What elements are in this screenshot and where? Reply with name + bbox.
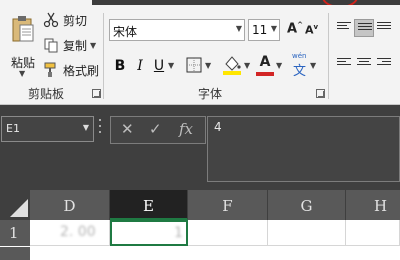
name-box[interactable]: E1 ▼: [1, 116, 94, 142]
font-dialog-launcher-icon[interactable]: [316, 89, 325, 98]
chevron-down-icon[interactable]: ▼: [90, 41, 96, 50]
highlight-color-swatch: [223, 71, 241, 75]
select-all-button[interactable]: [0, 190, 30, 220]
align-center-icon: [357, 58, 371, 70]
grow-font-label: A: [287, 21, 298, 37]
row-header-2[interactable]: [0, 247, 30, 260]
format-painter-icon: [44, 62, 56, 77]
font-group-label: 字体: [198, 87, 223, 101]
copy-icon: [44, 38, 58, 53]
borders-icon[interactable]: [186, 57, 202, 73]
cell-h1[interactable]: [346, 220, 400, 246]
name-box-value: E1: [6, 122, 20, 135]
align-left-icon: [337, 58, 351, 70]
align-right-icon: [377, 58, 391, 70]
chevron-down-icon: ▼: [235, 24, 242, 33]
group-separator: [328, 13, 329, 99]
cell-e1[interactable]: 1: [110, 220, 188, 246]
chevron-down-icon[interactable]: ▼: [276, 61, 282, 70]
align-left-button[interactable]: [334, 55, 354, 73]
grow-font-button[interactable]: A^: [287, 21, 303, 36]
format-painter-button[interactable]: 格式刷: [43, 60, 99, 80]
caret-up-icon: ^: [297, 21, 303, 29]
align-center-button[interactable]: [354, 55, 374, 73]
enter-icon[interactable]: ✓: [149, 120, 162, 138]
paste-button[interactable]: 粘贴 ▼: [6, 11, 40, 78]
align-bottom-button[interactable]: [374, 19, 394, 37]
phonetic-guide-button[interactable]: 文: [293, 60, 306, 79]
chevron-down-icon: ▼: [82, 123, 89, 132]
cut-button[interactable]: 剪切: [43, 10, 87, 30]
clipboard-dialog-launcher-icon[interactable]: [92, 89, 101, 98]
fill-color-icon[interactable]: [222, 54, 242, 76]
font-color-button[interactable]: A: [257, 54, 273, 70]
ribbon-home: 粘贴 ▼ 剪切 复制 ▼ 格式刷 剪贴板 宋体 ▼ 11 ▼ A^ Av B I…: [0, 5, 400, 105]
cell-d1-value: 2. 00: [60, 224, 96, 240]
clipboard-group-label: 剪贴板: [28, 87, 65, 101]
scissors-icon: [43, 12, 59, 28]
font-size-select[interactable]: 11 ▼: [248, 19, 280, 41]
select-all-icon: [10, 199, 28, 217]
copy-button[interactable]: 复制 ▼: [43, 35, 96, 55]
column-header-g[interactable]: G: [268, 190, 346, 220]
align-top-button[interactable]: [334, 19, 354, 37]
group-separator: [103, 13, 104, 99]
shrink-font-label: A: [305, 23, 314, 37]
bold-button[interactable]: B: [112, 55, 128, 77]
underline-button[interactable]: U: [152, 55, 166, 77]
caret-down-icon: v: [313, 23, 319, 31]
italic-button[interactable]: I: [133, 55, 147, 77]
formula-bar: E1 ▼ ✕ ✓ fx 4: [0, 105, 400, 190]
chevron-down-icon: ▼: [19, 69, 26, 78]
cancel-icon[interactable]: ✕: [121, 120, 134, 138]
format-painter-label: 格式刷: [63, 63, 100, 78]
column-header-h[interactable]: H: [346, 190, 400, 220]
cell-g1[interactable]: [268, 220, 346, 246]
row-header-1[interactable]: 1: [0, 220, 30, 246]
excel-window: 粘贴 ▼ 剪切 复制 ▼ 格式刷 剪贴板 宋体 ▼ 11 ▼ A^ Av B I…: [0, 0, 400, 260]
clipboard-icon: [12, 16, 34, 42]
align-middle-button[interactable]: [354, 19, 374, 37]
cell-d1[interactable]: 2. 00: [30, 220, 110, 246]
font-size-value: 11: [252, 23, 268, 37]
column-header-f[interactable]: F: [188, 190, 268, 220]
formula-bar-resize-handle[interactable]: [99, 119, 103, 137]
align-top-icon: [337, 22, 351, 34]
copy-label: 复制: [63, 38, 88, 53]
column-header-d[interactable]: D: [30, 190, 110, 220]
column-header-e[interactable]: E: [110, 190, 188, 220]
cell-e1-value: 1: [174, 225, 183, 241]
worksheet-grid: D E F G H 1 2. 00 1: [0, 190, 400, 260]
font-name-select[interactable]: 宋体 ▼: [109, 19, 245, 41]
shrink-font-button[interactable]: Av: [305, 23, 318, 37]
align-bottom-icon: [377, 22, 391, 34]
chevron-down-icon: ▼: [270, 24, 277, 33]
chevron-down-icon[interactable]: ▼: [205, 61, 211, 70]
font-color-swatch: [256, 72, 274, 76]
insert-function-button[interactable]: fx: [179, 120, 193, 138]
chevron-down-icon[interactable]: ▼: [310, 61, 316, 70]
align-right-button[interactable]: [374, 55, 394, 73]
chevron-down-icon[interactable]: ▼: [168, 61, 174, 70]
cell-f1[interactable]: [188, 220, 268, 246]
font-name-value: 宋体: [113, 25, 138, 39]
align-middle-icon: [358, 23, 372, 35]
formula-buttons: ✕ ✓ fx: [110, 116, 206, 144]
cut-label: 剪切: [63, 13, 88, 28]
chevron-down-icon[interactable]: ▼: [244, 61, 250, 70]
formula-input[interactable]: 4: [207, 116, 400, 182]
phonetic-guide-top: wén: [292, 52, 307, 60]
